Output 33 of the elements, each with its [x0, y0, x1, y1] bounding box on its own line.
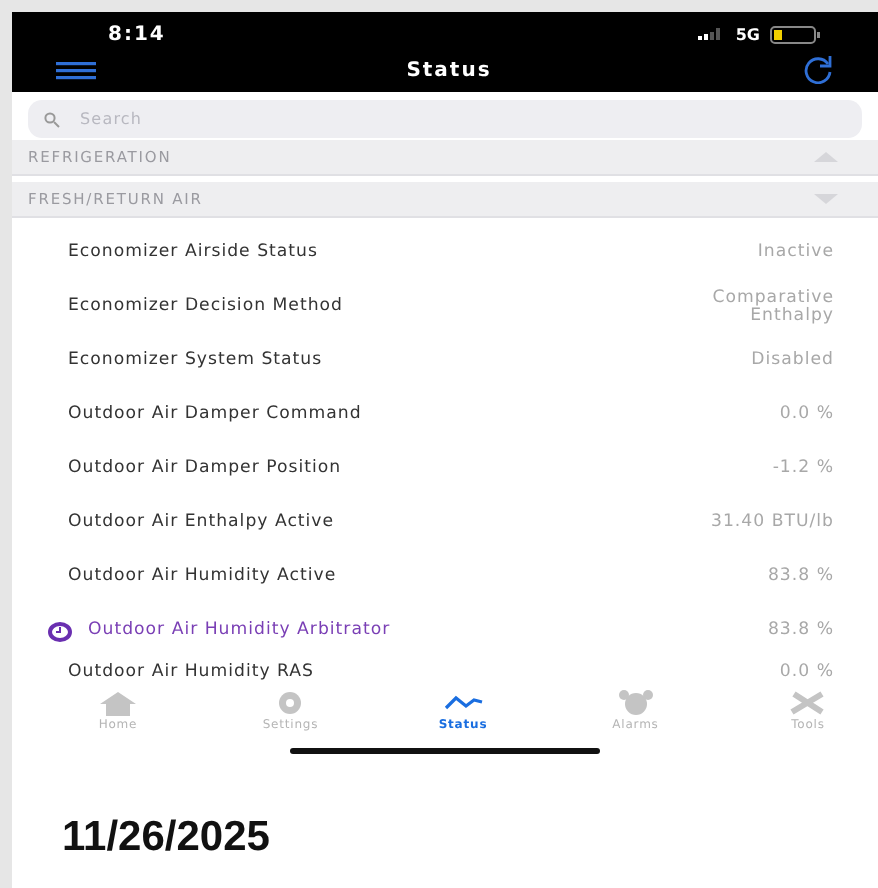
item-value: -1.2 % [772, 460, 834, 478]
item-label: Outdoor Air Humidity Active [68, 568, 337, 586]
clock-time: 8:14 [108, 23, 166, 45]
menu-icon[interactable] [56, 60, 96, 80]
tools-icon [788, 690, 828, 716]
clock-icon [48, 621, 72, 641]
refresh-icon[interactable] [802, 56, 834, 84]
battery-icon [770, 25, 822, 43]
item-value: Inactive [757, 244, 834, 262]
item-value: 83.8 % [767, 622, 834, 640]
home-icon [98, 690, 138, 716]
item-label: Economizer Decision Method [68, 298, 343, 316]
item-value: 31.40 BTU/lb [710, 514, 834, 532]
item-value: Disabled [751, 352, 834, 370]
item-label: Economizer System Status [68, 352, 323, 370]
item-label: Outdoor Air Enthalpy Active [68, 514, 335, 532]
date-text: 11/26/2025 [62, 814, 272, 862]
screen-title: Status [406, 59, 492, 81]
item-value: 0.0 % [779, 663, 834, 681]
network-label: 5G [735, 25, 760, 43]
item-label: Outdoor Air Humidity RAS [68, 663, 315, 681]
item-value: 0.0 % [779, 406, 834, 424]
item-value: 83.8 % [767, 568, 834, 586]
item-label: Outdoor Air Damper Position [68, 460, 342, 478]
caret-up-icon [814, 152, 838, 162]
signal-icon [697, 28, 726, 40]
caret-down-icon [814, 194, 838, 204]
item-value: Comparative Enthalpy [710, 289, 834, 325]
item-link[interactable]: Outdoor Air Humidity Arbitrator [88, 622, 391, 640]
search-icon [44, 112, 60, 128]
item-label: Outdoor Air Damper Command [68, 406, 362, 424]
item-label: Economizer Airside Status [68, 244, 318, 262]
alarm-clock-icon [615, 690, 656, 716]
